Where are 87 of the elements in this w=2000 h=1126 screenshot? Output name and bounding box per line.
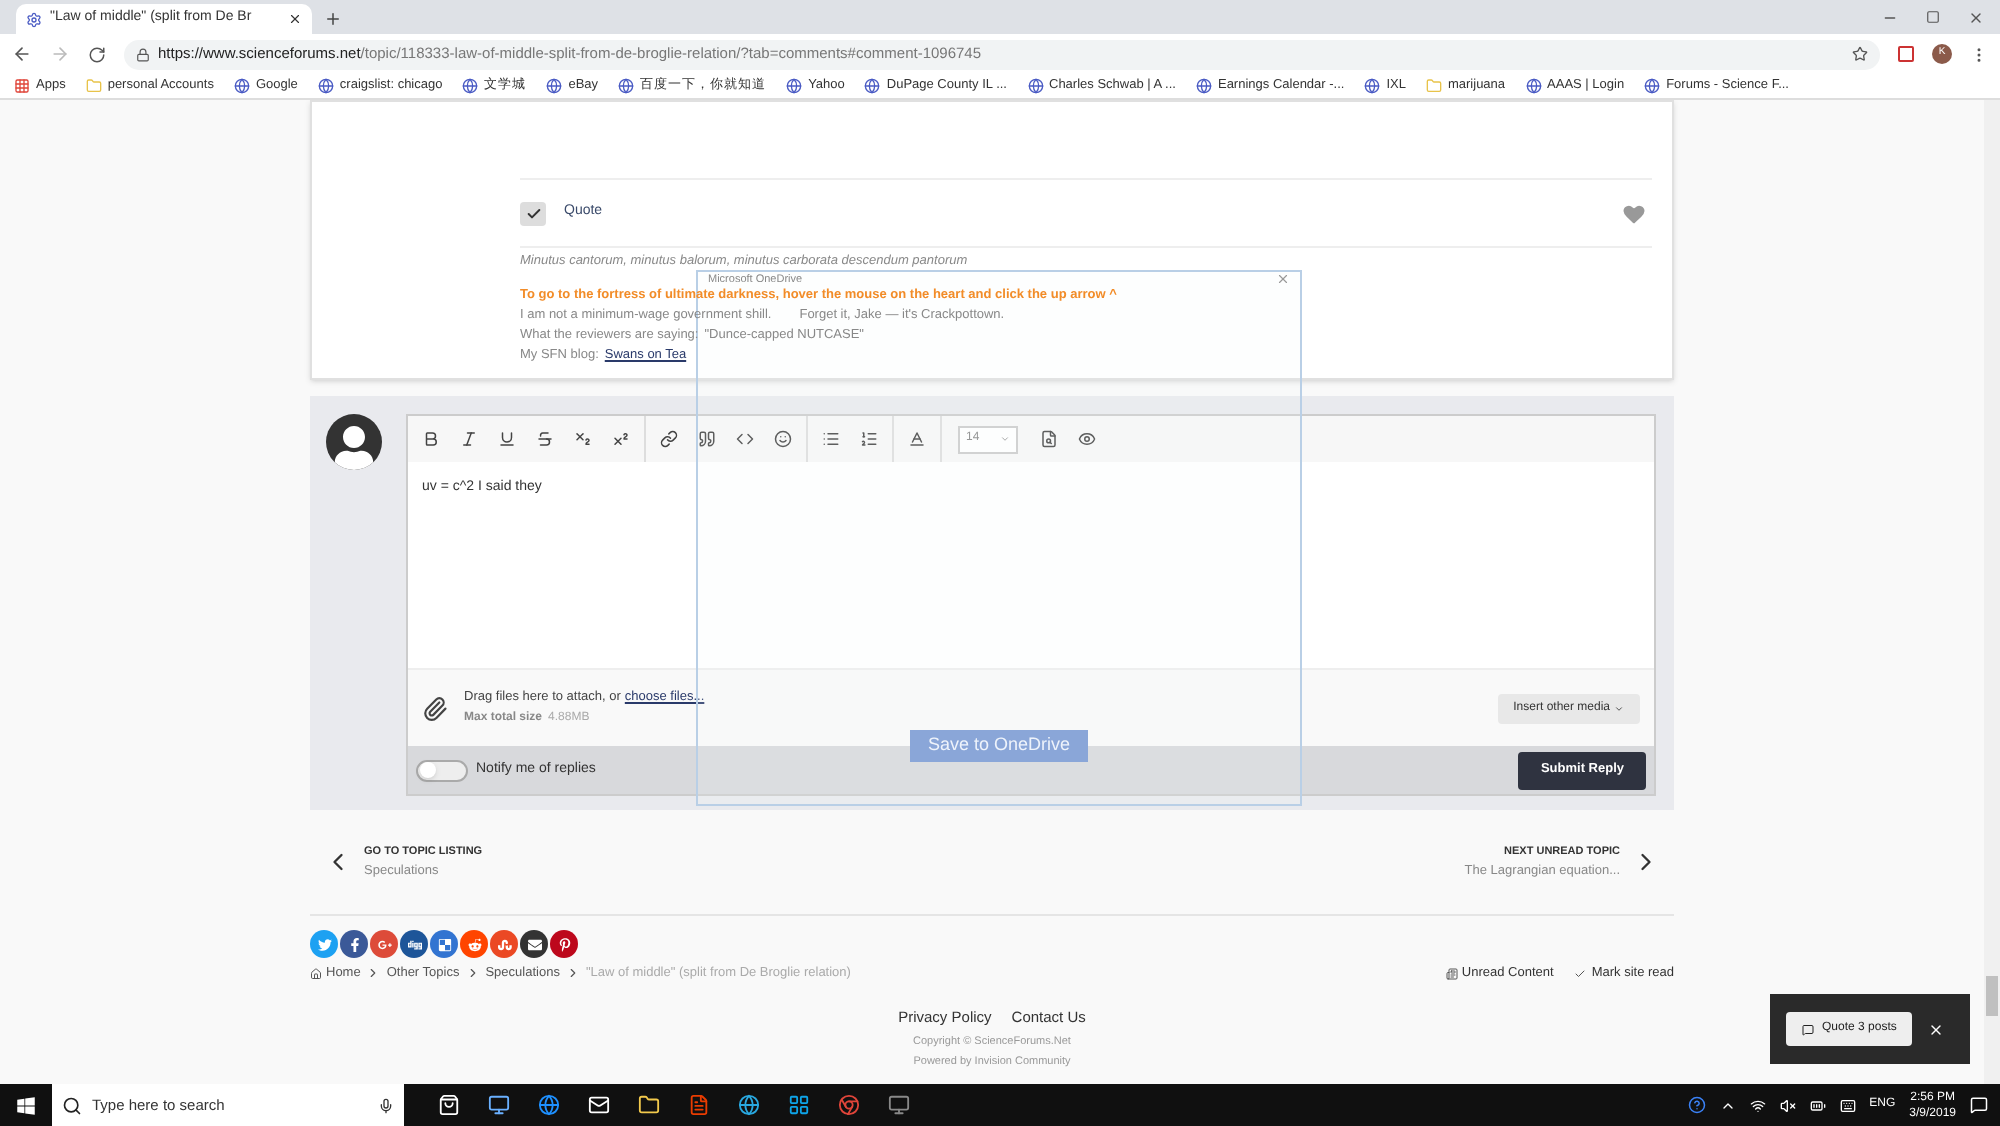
bag-icon — [438, 1094, 460, 1116]
lock-icon — [136, 47, 150, 61]
numbered-list-icon — [860, 430, 878, 448]
check-icon — [525, 205, 541, 221]
muted-speaker-icon[interactable] — [1779, 1097, 1796, 1113]
bold-icon — [422, 430, 440, 448]
pin-icon — [557, 937, 571, 951]
newspaper-icon — [1445, 967, 1458, 980]
quote-checkbox[interactable] — [520, 201, 546, 225]
avatar — [326, 414, 382, 470]
check-icon — [1573, 967, 1586, 980]
windows-logo-icon — [16, 1095, 36, 1115]
letter-f-icon — [347, 937, 361, 951]
text-color-icon — [908, 430, 926, 448]
battery-icon[interactable] — [1809, 1097, 1826, 1113]
paperclip-icon — [422, 695, 448, 721]
maximize-icon[interactable] — [1926, 10, 1940, 24]
globe-icon — [462, 78, 479, 94]
globe-icon — [1027, 78, 1043, 94]
globe-icon — [1364, 78, 1381, 94]
alien-icon — [467, 937, 481, 951]
google-plus-icon — [377, 937, 391, 951]
chevron-icon — [565, 966, 580, 981]
globe-icon — [233, 78, 250, 94]
gear-icon — [26, 11, 42, 27]
underline-icon — [498, 430, 516, 448]
strikethrough-icon — [536, 430, 554, 448]
bullet-list-icon — [822, 430, 840, 448]
share-button[interactable] — [340, 930, 368, 958]
globe-icon — [738, 1094, 760, 1116]
quote-icon — [698, 430, 716, 448]
superscript-icon — [612, 430, 630, 448]
chevron-icon — [465, 966, 480, 981]
eye-icon — [1078, 430, 1096, 448]
smiley-icon — [774, 430, 792, 448]
network-icon[interactable] — [1749, 1097, 1766, 1113]
star-icon[interactable] — [1852, 46, 1868, 62]
globe-icon — [317, 78, 334, 94]
share-button[interactable] — [550, 930, 578, 958]
keyboard-icon[interactable] — [1839, 1097, 1856, 1113]
home-icon — [310, 967, 322, 980]
subscript-icon — [574, 430, 592, 448]
notification-icon[interactable] — [1970, 1096, 1988, 1114]
monitor-icon — [488, 1094, 510, 1116]
extension-icon[interactable] — [1898, 46, 1914, 62]
italic-icon — [460, 430, 478, 448]
close-tab-icon[interactable] — [288, 12, 302, 26]
bird-icon — [317, 937, 331, 951]
document-icon — [688, 1094, 710, 1116]
squares-icon — [437, 937, 451, 951]
search-icon — [62, 1095, 82, 1115]
envelope-icon — [527, 937, 541, 951]
mail-icon — [588, 1094, 610, 1116]
document-search-icon — [1040, 430, 1058, 448]
close-icon[interactable] — [1928, 1021, 1945, 1037]
help-icon[interactable] — [1687, 1096, 1706, 1114]
grid-icon — [14, 78, 30, 94]
caret-icon — [1000, 434, 1010, 444]
globe-icon — [1644, 78, 1661, 94]
back-icon[interactable] — [12, 44, 32, 64]
folder-icon — [85, 78, 102, 94]
link-icon — [660, 430, 678, 448]
globe-icon — [618, 78, 635, 94]
digg-icon — [407, 937, 421, 951]
globe-icon — [1195, 78, 1212, 94]
folder-icon — [638, 1094, 660, 1116]
chevron-icon — [366, 966, 381, 981]
chrome-icon — [838, 1094, 860, 1116]
code-icon — [736, 430, 754, 448]
globe-icon — [1525, 78, 1542, 94]
notify-toggle[interactable] — [416, 759, 468, 781]
globe-icon — [864, 78, 881, 94]
new-tab-icon[interactable] — [324, 10, 342, 28]
speech-bubble-icon — [1802, 1023, 1814, 1035]
folder-icon — [1425, 78, 1442, 94]
globe-icon — [538, 1094, 560, 1116]
globe-icon — [546, 78, 563, 94]
globe-icon — [786, 78, 803, 94]
share-button[interactable] — [400, 930, 428, 958]
microphone-icon — [378, 1097, 394, 1113]
share-button[interactable] — [520, 930, 548, 958]
monitor-icon — [888, 1094, 910, 1116]
caret-icon — [1614, 703, 1624, 713]
windows-grid-icon — [788, 1094, 810, 1116]
heart-icon[interactable] — [1620, 199, 1648, 227]
reload-icon[interactable] — [88, 45, 106, 63]
stumbleupon-icon — [497, 937, 511, 951]
